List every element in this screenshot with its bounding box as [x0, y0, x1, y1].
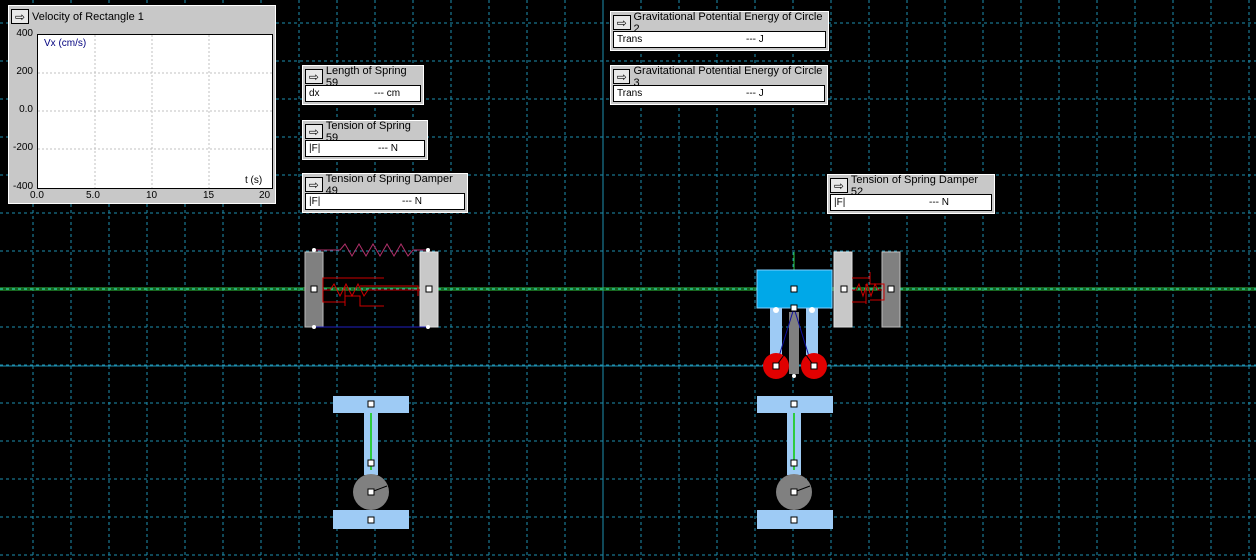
meter-value: --- J [746, 34, 764, 45]
x-tick-label: 10 [146, 190, 158, 201]
y-tick-label: -200 [12, 142, 33, 153]
center-point-icon [367, 459, 375, 467]
arrow-right-icon[interactable]: ⇨ [613, 15, 631, 30]
meter-value-row: Trans --- J [613, 31, 826, 48]
meter-tension-spring-59[interactable]: ⇨ Tension of Spring 59 |F| --- N [302, 120, 428, 160]
meter-label: |F| [834, 197, 846, 208]
joint-icon [809, 307, 815, 313]
center-point-icon [790, 488, 798, 496]
meter-value-row: Trans --- J [613, 85, 825, 102]
arrow-right-icon[interactable]: ⇨ [613, 69, 631, 84]
graph-title: Velocity of Rectangle 1 [32, 10, 144, 23]
graph-plot-area[interactable] [37, 34, 273, 189]
meter-value-row: |F| --- N [305, 140, 425, 157]
left-spring-assembly[interactable] [304, 243, 439, 329]
center-point-icon [790, 516, 798, 524]
center-point-icon [367, 400, 375, 408]
center-point-icon [790, 285, 798, 293]
meter-value: --- J [746, 88, 764, 99]
meter-tension-spring-damper-52[interactable]: ⇨ Tension of Spring Damper 52 |F| --- N [827, 174, 995, 214]
meter-gpe-circle-2[interactable]: ⇨ Gravitational Potential Energy of Circ… [610, 11, 829, 51]
center-point-icon [772, 362, 780, 370]
meter-value: --- N [378, 143, 398, 154]
meter-gpe-circle-3[interactable]: ⇨ Gravitational Potential Energy of Circ… [610, 65, 828, 105]
y-tick-label: 0.0 [19, 104, 33, 115]
meter-value-row: |F| --- N [830, 194, 992, 211]
meter-value: --- N [402, 196, 422, 207]
x-tick-label: 20 [259, 190, 271, 201]
x-tick-label: 5.0 [86, 190, 100, 201]
arrow-right-icon[interactable]: ⇨ [305, 177, 323, 192]
meter-value-row: dx --- cm [305, 85, 421, 102]
center-strut-rectangle[interactable] [789, 312, 799, 374]
center-point-icon [840, 285, 848, 293]
spring-anchor-icon [426, 325, 430, 329]
arrow-right-icon[interactable]: ⇨ [11, 9, 29, 24]
meter-value: --- cm [374, 88, 401, 99]
x-tick-label: 15 [203, 190, 215, 201]
meter-value-row: |F| --- N [305, 193, 465, 210]
center-point-icon [790, 400, 798, 408]
center-point-icon [425, 285, 433, 293]
arrow-right-icon[interactable]: ⇨ [305, 124, 323, 139]
left-pendulum-assembly[interactable] [333, 396, 409, 529]
arrow-right-icon[interactable]: ⇨ [830, 178, 848, 193]
right-pendulum-assembly[interactable] [757, 396, 833, 529]
car-assembly[interactable] [756, 252, 833, 379]
meter-value: --- N [929, 197, 949, 208]
joint-icon [773, 307, 779, 313]
y-tick-label: 400 [16, 28, 33, 39]
spring-anchor-icon [312, 248, 316, 252]
meter-label: Trans [617, 88, 643, 99]
center-point-icon [887, 285, 895, 293]
center-point-icon [810, 362, 818, 370]
graph-x-label: t (s) [245, 175, 263, 186]
x-tick-label: 0.0 [30, 190, 44, 201]
meter-label: |F| [309, 196, 321, 207]
y-tick-label: 200 [16, 66, 33, 77]
meter-label: |F| [309, 143, 321, 154]
arrow-right-icon[interactable]: ⇨ [305, 69, 323, 84]
graph-gridlines [38, 35, 272, 188]
spring-59[interactable] [314, 243, 428, 257]
meter-tension-spring-damper-49[interactable]: ⇨ Tension of Spring Damper 49 |F| --- N [302, 173, 468, 213]
center-point-icon [367, 516, 375, 524]
center-point-icon [367, 488, 375, 496]
velocity-graph[interactable]: ⇨ Velocity of Rectangle 1 Vx (cm/s) t (s… [8, 5, 276, 204]
graph-y-label: Vx (cm/s) [44, 38, 87, 49]
meter-label: Trans [617, 34, 643, 45]
meter-length-spring-59[interactable]: ⇨ Length of Spring 59 dx --- cm [302, 65, 424, 105]
spring-anchor-icon [426, 248, 430, 252]
spring-anchor-icon [312, 325, 316, 329]
center-point-icon [790, 304, 798, 312]
center-point-icon [790, 459, 798, 467]
joint-icon [792, 374, 796, 378]
meter-label: dx [309, 88, 320, 99]
center-point-icon [310, 285, 318, 293]
